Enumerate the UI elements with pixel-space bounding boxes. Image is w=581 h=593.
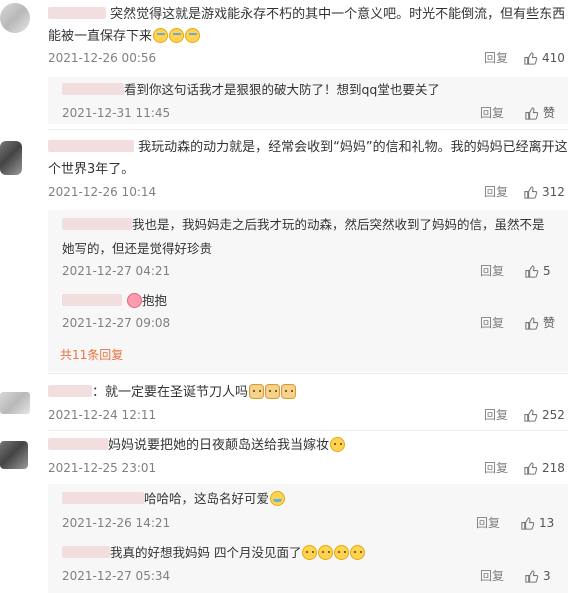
crying-emoji [153,28,169,43]
reply-meta: 2021-12-26 14:21 回复 13 [62,514,562,532]
like-count: 410 [542,51,565,65]
divider [48,373,568,374]
comment-text: 突然觉得这就是游戏能永存不朽的其中一个意义吧。时光不能倒流，但有些东西能被一直保… [48,7,566,44]
comment-meta: 2021-12-24 12:11 回复 252 [48,406,568,424]
reply-text: 看到你这句话我才是狠狠的破大防了！想到qq堂也要关了 [62,78,552,102]
comment-text: ：就一定要在圣诞节刀人吗 [48,382,568,404]
reply-button[interactable]: 回复 [484,406,508,424]
like-button[interactable]: 赞 [524,104,555,122]
timestamp: 2021-12-26 14:21 [62,516,171,530]
avatar[interactable] [0,141,22,175]
like-count: 252 [542,408,565,422]
thumbs-up-icon [525,264,539,278]
face-emoji [330,437,346,452]
timestamp: 2021-12-31 11:45 [62,106,171,120]
face-emoji [318,545,334,560]
reply-meta: 2021-12-27 09:08 回复 赞 [62,314,562,332]
divider [48,129,568,130]
avatar[interactable] [0,3,30,33]
comment-meta: 2021-12-25 23:01 回复 218 [48,459,568,477]
reply-button[interactable]: 回复 [484,459,508,477]
like-button[interactable]: 13 [520,514,554,532]
crying-emoji [169,28,185,43]
thumbs-up-icon [525,569,539,583]
timestamp: 2021-12-24 12:11 [48,408,157,422]
timestamp: 2021-12-26 10:14 [48,185,157,199]
like-button[interactable]: 312 [523,183,565,201]
like-button[interactable]: 218 [523,459,565,477]
avatar[interactable] [0,441,28,469]
timestamp: 2021-12-27 09:08 [62,316,171,330]
timestamp: 2021-12-25 23:01 [48,461,157,475]
username[interactable] [62,492,144,504]
reply-button[interactable]: 回复 [480,104,504,122]
username[interactable] [62,83,124,95]
reply-button[interactable]: 回复 [480,314,504,332]
username[interactable] [62,294,122,306]
thumbs-up-icon [525,106,539,120]
reply-meta: 2021-12-31 11:45 回复 赞 [62,104,562,122]
cat-emoji [281,384,297,399]
comment-text: 妈妈说要把她的日夜颠岛送给我当嫁妆 [48,435,568,457]
like-count: 13 [539,516,555,530]
comment-meta: 2021-12-26 00:56 回复 410 [48,49,568,67]
reply-button[interactable]: 回复 [480,567,504,585]
reply-button[interactable]: 回复 [484,183,508,201]
username[interactable] [62,218,132,230]
like-button[interactable]: 赞 [524,314,555,332]
thumbs-up-icon [524,51,538,65]
divider [48,430,568,431]
like-count: 312 [542,185,565,199]
cat-emoji [249,384,265,399]
face-emoji [350,545,366,560]
like-count: 218 [542,461,565,475]
reply-button[interactable]: 回复 [480,262,504,280]
laughing-emoji [270,491,286,506]
like-button[interactable]: 5 [524,262,551,280]
reply-text: 哈哈哈，这岛名好可爱 [62,487,552,511]
username[interactable] [48,7,106,19]
like-button[interactable]: 252 [523,406,565,424]
timestamp: 2021-12-27 05:34 [62,569,171,583]
comment-text: 我玩动森的动力就是，经常会收到“妈妈”的信和礼物。我的妈妈已经离开这个世界3年了… [48,140,568,177]
view-more-replies-link[interactable]: 共11条回复 [60,346,123,363]
like-count: 5 [543,264,551,278]
timestamp: 2021-12-27 04:21 [62,264,171,278]
thumbs-up-icon [524,408,538,422]
username[interactable] [48,140,134,152]
face-emoji [334,545,350,560]
reply-meta: 2021-12-27 04:21 回复 5 [62,262,562,280]
hug-emoji [126,293,142,308]
reply-button[interactable]: 回复 [476,514,500,532]
crying-emoji [185,28,201,43]
face-emoji [302,545,318,560]
username[interactable] [48,438,108,450]
reply-text: 抱抱 [62,289,552,313]
like-button[interactable]: 410 [523,49,565,67]
reply-text: 我也是，我妈妈走之后我才玩的动森，然后突然收到了妈妈的信，虽然不是她写的，但还是… [62,217,545,256]
like-button[interactable]: 3 [524,567,551,585]
thumbs-up-icon [524,461,538,475]
like-count: 3 [543,569,551,583]
timestamp: 2021-12-26 00:56 [48,51,157,65]
comment-meta: 2021-12-26 10:14 回复 312 [48,183,568,201]
username[interactable] [62,546,110,558]
comment-feed: 突然觉得这就是游戏能永存不朽的其中一个意义吧。时光不能倒流，但有些东西能被一直保… [0,0,581,593]
thumbs-up-icon [525,316,539,330]
thumbs-up-icon [521,516,535,530]
avatar[interactable] [0,392,30,414]
reply-meta: 2021-12-27 05:34 回复 3 [62,567,562,585]
cat-emoji [265,384,281,399]
thumbs-up-icon [524,185,538,199]
reply-text: 我真的好想我妈妈 四个月没见面了 [62,541,552,565]
username[interactable] [48,385,92,397]
reply-button[interactable]: 回复 [484,49,508,67]
